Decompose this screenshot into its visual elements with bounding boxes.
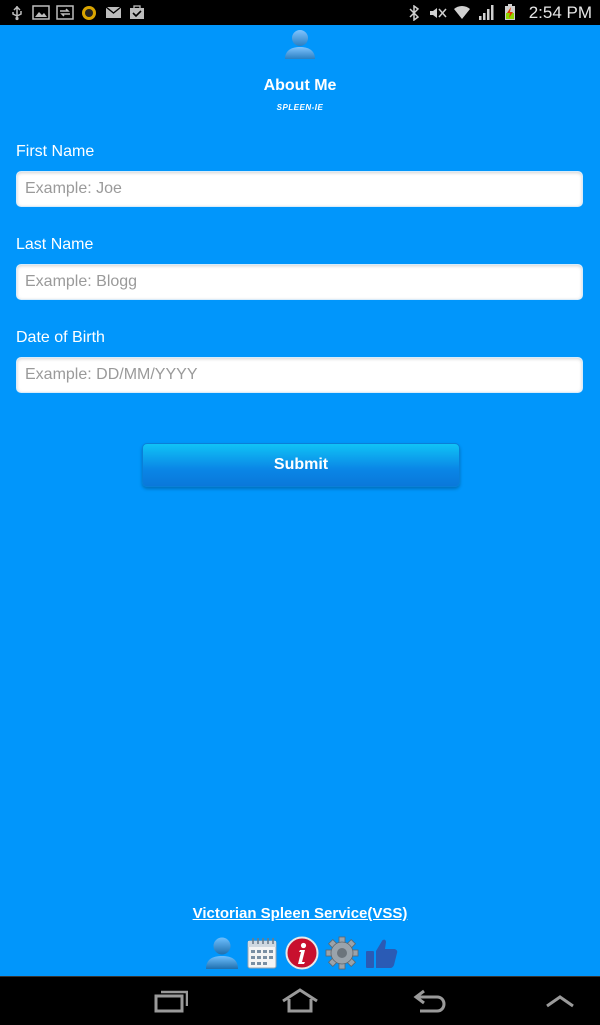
briefcase-icon — [128, 5, 146, 21]
settings-icon[interactable] — [324, 935, 360, 971]
status-bar: 2:54 PM — [0, 0, 600, 25]
vss-link[interactable]: Victorian Spleen Service(VSS) — [0, 905, 600, 922]
page-subtitle: SPLEEN-IE — [276, 103, 324, 112]
last-name-label: Last Name — [16, 236, 94, 253]
mute-icon — [429, 5, 447, 21]
usb-icon — [8, 5, 26, 21]
status-bar-right: 2:54 PM — [397, 3, 600, 23]
first-name-input[interactable] — [16, 171, 583, 207]
recent-apps-icon[interactable] — [150, 985, 190, 1017]
home-icon[interactable] — [280, 985, 320, 1017]
last-name-input[interactable] — [16, 264, 583, 300]
back-icon[interactable] — [410, 985, 450, 1017]
menu-up-icon[interactable] — [540, 985, 580, 1017]
calendar-icon[interactable] — [244, 935, 280, 971]
person-icon — [283, 28, 317, 60]
status-bar-left — [0, 5, 154, 21]
battery-icon — [501, 4, 519, 21]
footer-icon-bar — [204, 935, 400, 971]
dob-label: Date of Birth — [16, 329, 105, 346]
mail-icon — [104, 5, 122, 21]
gallery-icon — [32, 5, 50, 21]
person-icon[interactable] — [204, 935, 240, 971]
info-icon[interactable] — [284, 935, 320, 971]
clock: 2:54 PM — [528, 2, 592, 22]
sync-icon — [56, 5, 74, 21]
wifi-icon — [453, 5, 471, 21]
dob-input[interactable] — [16, 357, 583, 393]
navigation-bar — [0, 976, 600, 1025]
bug-icon — [80, 5, 98, 21]
thumbs-up-icon[interactable] — [364, 935, 400, 971]
page-title: About Me — [263, 77, 337, 94]
submit-button[interactable]: Submit — [142, 443, 460, 487]
signal-icon — [477, 5, 495, 21]
first-name-label: First Name — [16, 143, 95, 160]
bluetooth-icon — [405, 4, 423, 21]
